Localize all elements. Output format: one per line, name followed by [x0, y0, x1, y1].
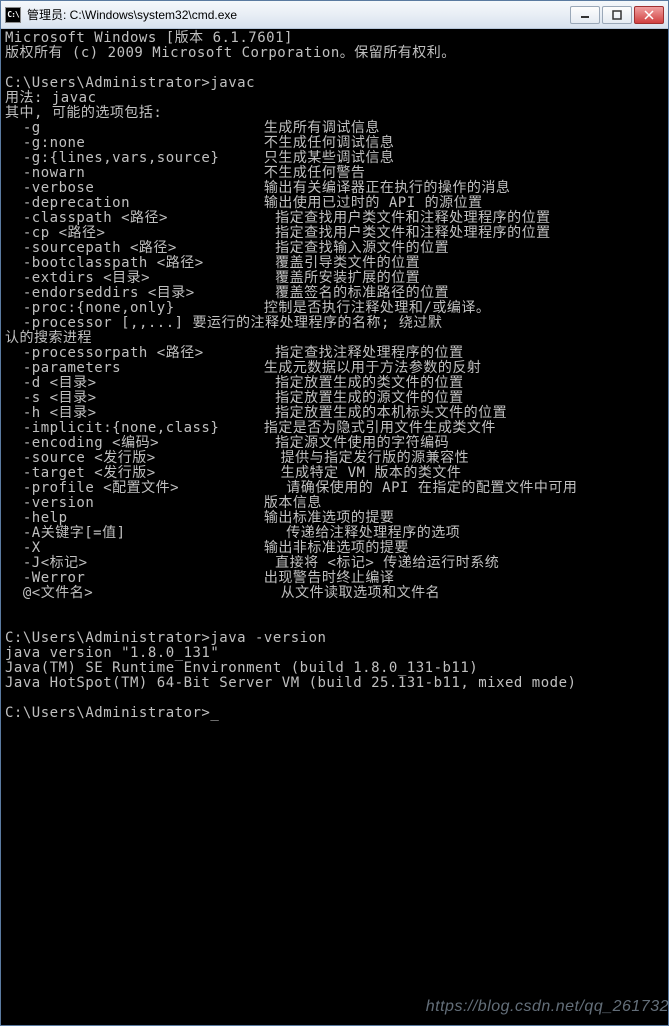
maximize-icon: [612, 10, 622, 20]
cmd-icon: C:\: [5, 7, 21, 23]
close-icon: [644, 10, 654, 20]
maximize-button[interactable]: [602, 6, 632, 24]
cmd-window: C:\ 管理员: C:\Windows\system32\cmd.exe Mic…: [0, 0, 669, 1026]
window-title: 管理员: C:\Windows\system32\cmd.exe: [27, 6, 570, 23]
window-controls: [570, 6, 664, 24]
minimize-icon: [580, 10, 590, 20]
watermark-text: https://blog.csdn.net/qq_261732: [426, 998, 669, 1016]
close-button[interactable]: [634, 6, 664, 24]
titlebar[interactable]: C:\ 管理员: C:\Windows\system32\cmd.exe: [1, 1, 668, 29]
terminal-output[interactable]: Microsoft Windows [版本 6.1.7601] 版权所有 (c)…: [1, 29, 668, 1025]
minimize-button[interactable]: [570, 6, 600, 24]
